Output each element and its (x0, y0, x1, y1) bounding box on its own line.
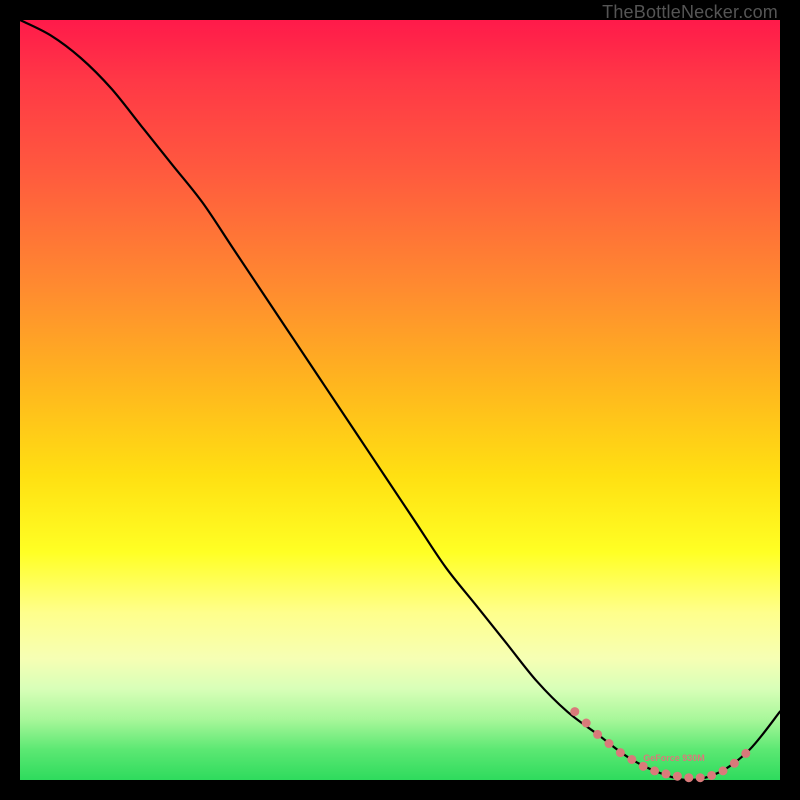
marker-dot (673, 772, 682, 781)
marker-dot (662, 769, 671, 778)
marker-dot (627, 755, 636, 764)
bottleneck-curve (20, 20, 780, 780)
marker-dot (593, 730, 602, 739)
marker-dot (719, 766, 728, 775)
chart-frame: TheBottleNecker.com GeForce 930M (0, 0, 800, 800)
plot-area: GeForce 930M (20, 20, 780, 780)
marker-dot (570, 707, 579, 716)
marker-dot (582, 719, 591, 728)
marker-dot (650, 766, 659, 775)
marker-dot (730, 759, 739, 768)
chart-svg: GeForce 930M (20, 20, 780, 780)
marker-dot (616, 748, 625, 757)
marker-dot (684, 773, 693, 782)
marker-dot (741, 749, 750, 758)
marker-dot (696, 773, 705, 782)
markers-group (570, 707, 750, 782)
marker-dot (605, 739, 614, 748)
annotation-label: GeForce 930M (643, 753, 705, 763)
marker-dot (639, 762, 648, 771)
marker-dot (707, 771, 716, 780)
